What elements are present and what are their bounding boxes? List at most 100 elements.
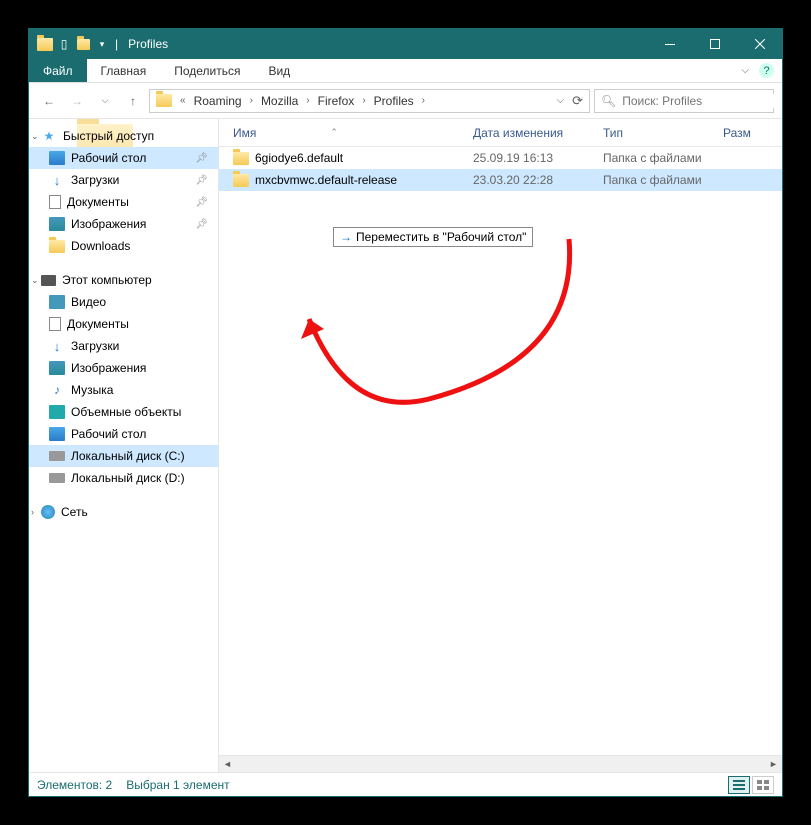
file-list: Имя ⌃ Дата изменения Тип Разм 6giodye6.d… bbox=[219, 119, 782, 772]
file-type: Папка с файлами bbox=[603, 173, 723, 187]
sidebar-item-label: Изображения bbox=[71, 217, 146, 231]
status-item-count: Элементов: 2 bbox=[37, 778, 126, 792]
properties-icon[interactable]: ▯ bbox=[56, 36, 72, 52]
status-selected: Выбран 1 элемент bbox=[126, 778, 243, 792]
column-date[interactable]: Дата изменения bbox=[473, 126, 603, 140]
file-row[interactable]: 6giodye6.default 25.09.19 16:13Папка с фа… bbox=[219, 147, 782, 169]
tab-file[interactable]: Файл bbox=[29, 59, 87, 82]
sidebar-item[interactable]: Локальный диск (C:) bbox=[29, 445, 218, 467]
sidebar-item[interactable]: ↓Загрузки📌︎ bbox=[29, 169, 218, 191]
breadcrumb-segment[interactable]: Mozilla bbox=[257, 90, 302, 112]
search-input[interactable] bbox=[622, 94, 777, 108]
sidebar-item[interactable]: Документы bbox=[29, 313, 218, 335]
column-size[interactable]: Разм bbox=[723, 126, 782, 140]
download-icon: ↓ bbox=[49, 173, 65, 187]
search-box[interactable]: 🔍︎ bbox=[594, 89, 774, 113]
view-details-button[interactable] bbox=[728, 776, 750, 794]
sidebar-item-label: Документы bbox=[67, 195, 129, 209]
forward-button[interactable]: → bbox=[65, 89, 89, 113]
maximize-button[interactable] bbox=[692, 29, 737, 59]
ribbon-expand-icon[interactable]: ⌵ bbox=[741, 65, 749, 76]
scroll-right-icon[interactable]: ► bbox=[765, 756, 782, 773]
sidebar-item[interactable]: ↓Загрузки bbox=[29, 335, 218, 357]
statusbar: Элементов: 2 Выбран 1 элемент bbox=[29, 772, 782, 796]
sidebar-item-label: Музыка bbox=[71, 383, 113, 397]
img-icon bbox=[49, 361, 65, 375]
chevron-right-icon[interactable]: › bbox=[358, 95, 369, 106]
horizontal-scrollbar[interactable]: ◄ ► bbox=[219, 755, 782, 772]
explorer-window: ▯ ▾ | Profiles Файл Главная Поделиться В… bbox=[29, 29, 782, 796]
doc-icon bbox=[49, 195, 61, 209]
breadcrumb-segment[interactable]: Roaming bbox=[190, 90, 246, 112]
column-name[interactable]: Имя ⌃ bbox=[233, 126, 473, 140]
chevron-right-icon[interactable]: › bbox=[31, 507, 34, 517]
sidebar-item-label: Документы bbox=[67, 317, 129, 331]
chevron-right-icon[interactable]: › bbox=[418, 95, 429, 106]
pin-icon: 📌︎ bbox=[195, 219, 208, 230]
sidebar-item-label: Загрузки bbox=[71, 339, 119, 353]
chevron-right-icon[interactable]: › bbox=[246, 95, 257, 106]
new-folder-icon[interactable] bbox=[75, 36, 91, 52]
sidebar-item-label: Объемные объекты bbox=[71, 405, 181, 419]
recent-dropdown[interactable]: ⌵ bbox=[93, 89, 117, 113]
tab-share[interactable]: Поделиться bbox=[160, 59, 254, 82]
pin-icon: 📌︎ bbox=[195, 197, 208, 208]
qat-dropdown-icon[interactable]: ▾ bbox=[94, 36, 110, 52]
close-button[interactable] bbox=[737, 29, 782, 59]
chevron-down-icon[interactable]: ⌄ bbox=[31, 275, 39, 286]
tab-view[interactable]: Вид bbox=[254, 59, 304, 82]
scroll-left-icon[interactable]: ◄ bbox=[219, 756, 236, 773]
file-type: Папка с файлами bbox=[603, 151, 723, 165]
window-title: Profiles bbox=[120, 37, 168, 51]
titlebar: ▯ ▾ | Profiles bbox=[29, 29, 782, 59]
help-icon[interactable]: ? bbox=[759, 63, 774, 78]
ribbon-tabs: Файл Главная Поделиться Вид ⌵ ? bbox=[29, 59, 782, 83]
tab-main[interactable]: Главная bbox=[87, 59, 161, 82]
view-icons-button[interactable] bbox=[752, 776, 774, 794]
drag-tooltip: → Переместить в "Рабочий стол" bbox=[333, 227, 533, 247]
column-headers: Имя ⌃ Дата изменения Тип Разм bbox=[219, 119, 782, 147]
sidebar-network[interactable]: › Сеть bbox=[29, 501, 218, 523]
sidebar-item[interactable]: Видео bbox=[29, 291, 218, 313]
navigation-pane: ⌄ ★ Быстрый доступ Рабочий стол📌︎↓Загруз… bbox=[29, 119, 219, 772]
breadcrumb-segment[interactable]: Firefox bbox=[314, 90, 359, 112]
file-name: 6giodye6.default bbox=[255, 151, 343, 165]
folder-icon bbox=[233, 174, 249, 187]
sidebar-item[interactable]: Документы 📌︎ bbox=[29, 191, 218, 213]
file-date: 25.09.19 16:13 bbox=[473, 151, 603, 165]
sidebar-item[interactable]: Объемные объекты bbox=[29, 401, 218, 423]
sidebar-this-pc[interactable]: ⌄ Этот компьютер bbox=[29, 269, 218, 291]
breadcrumb-segment[interactable]: Profiles bbox=[370, 90, 418, 112]
sidebar-item[interactable]: ♪Музыка bbox=[29, 379, 218, 401]
sidebar-quick-access[interactable]: ⌄ ★ Быстрый доступ bbox=[29, 125, 218, 147]
sidebar-item[interactable]: Downloads bbox=[29, 235, 218, 257]
chevron-right-icon[interactable]: › bbox=[302, 95, 313, 106]
address-bar: ← → ⌵ ↑ « Roaming › Mozilla › Firefox › … bbox=[29, 83, 782, 119]
sidebar-item[interactable]: Изображения 📌︎ bbox=[29, 213, 218, 235]
chevron-down-icon[interactable]: ⌄ bbox=[31, 131, 39, 142]
sort-indicator-icon: ⌃ bbox=[330, 127, 338, 138]
move-arrow-icon: → bbox=[340, 230, 352, 244]
sidebar-item[interactable]: Рабочий стол📌︎ bbox=[29, 147, 218, 169]
search-icon: 🔍︎ bbox=[601, 94, 616, 108]
minimize-button[interactable] bbox=[647, 29, 692, 59]
pc-icon bbox=[41, 275, 56, 286]
sidebar-item[interactable]: Рабочий стол bbox=[29, 423, 218, 445]
sidebar-item[interactable]: Локальный диск (D:) bbox=[29, 467, 218, 489]
file-name: mxcbvmwc.default-release bbox=[255, 173, 397, 187]
video-icon bbox=[49, 295, 65, 309]
chevron-right-icon[interactable]: « bbox=[176, 95, 190, 106]
breadcrumb[interactable]: « Roaming › Mozilla › Firefox › Profiles… bbox=[149, 89, 590, 113]
sidebar-item-label: Изображения bbox=[71, 361, 146, 375]
address-dropdown-icon[interactable]: ⌵ bbox=[557, 95, 565, 106]
sidebar-item-label: Видео bbox=[71, 295, 106, 309]
sidebar-item-label: Локальный диск (C:) bbox=[71, 449, 185, 463]
sidebar-item[interactable]: Изображения bbox=[29, 357, 218, 379]
sidebar-item-label: Рабочий стол bbox=[71, 427, 146, 441]
folder-icon bbox=[152, 90, 176, 112]
back-button[interactable]: ← bbox=[37, 89, 61, 113]
up-button[interactable]: ↑ bbox=[121, 89, 145, 113]
column-type[interactable]: Тип bbox=[603, 126, 723, 140]
file-row[interactable]: mxcbvmwc.default-release23.03.20 22:28Па… bbox=[219, 169, 782, 191]
refresh-icon[interactable]: ⟳ bbox=[566, 93, 583, 109]
